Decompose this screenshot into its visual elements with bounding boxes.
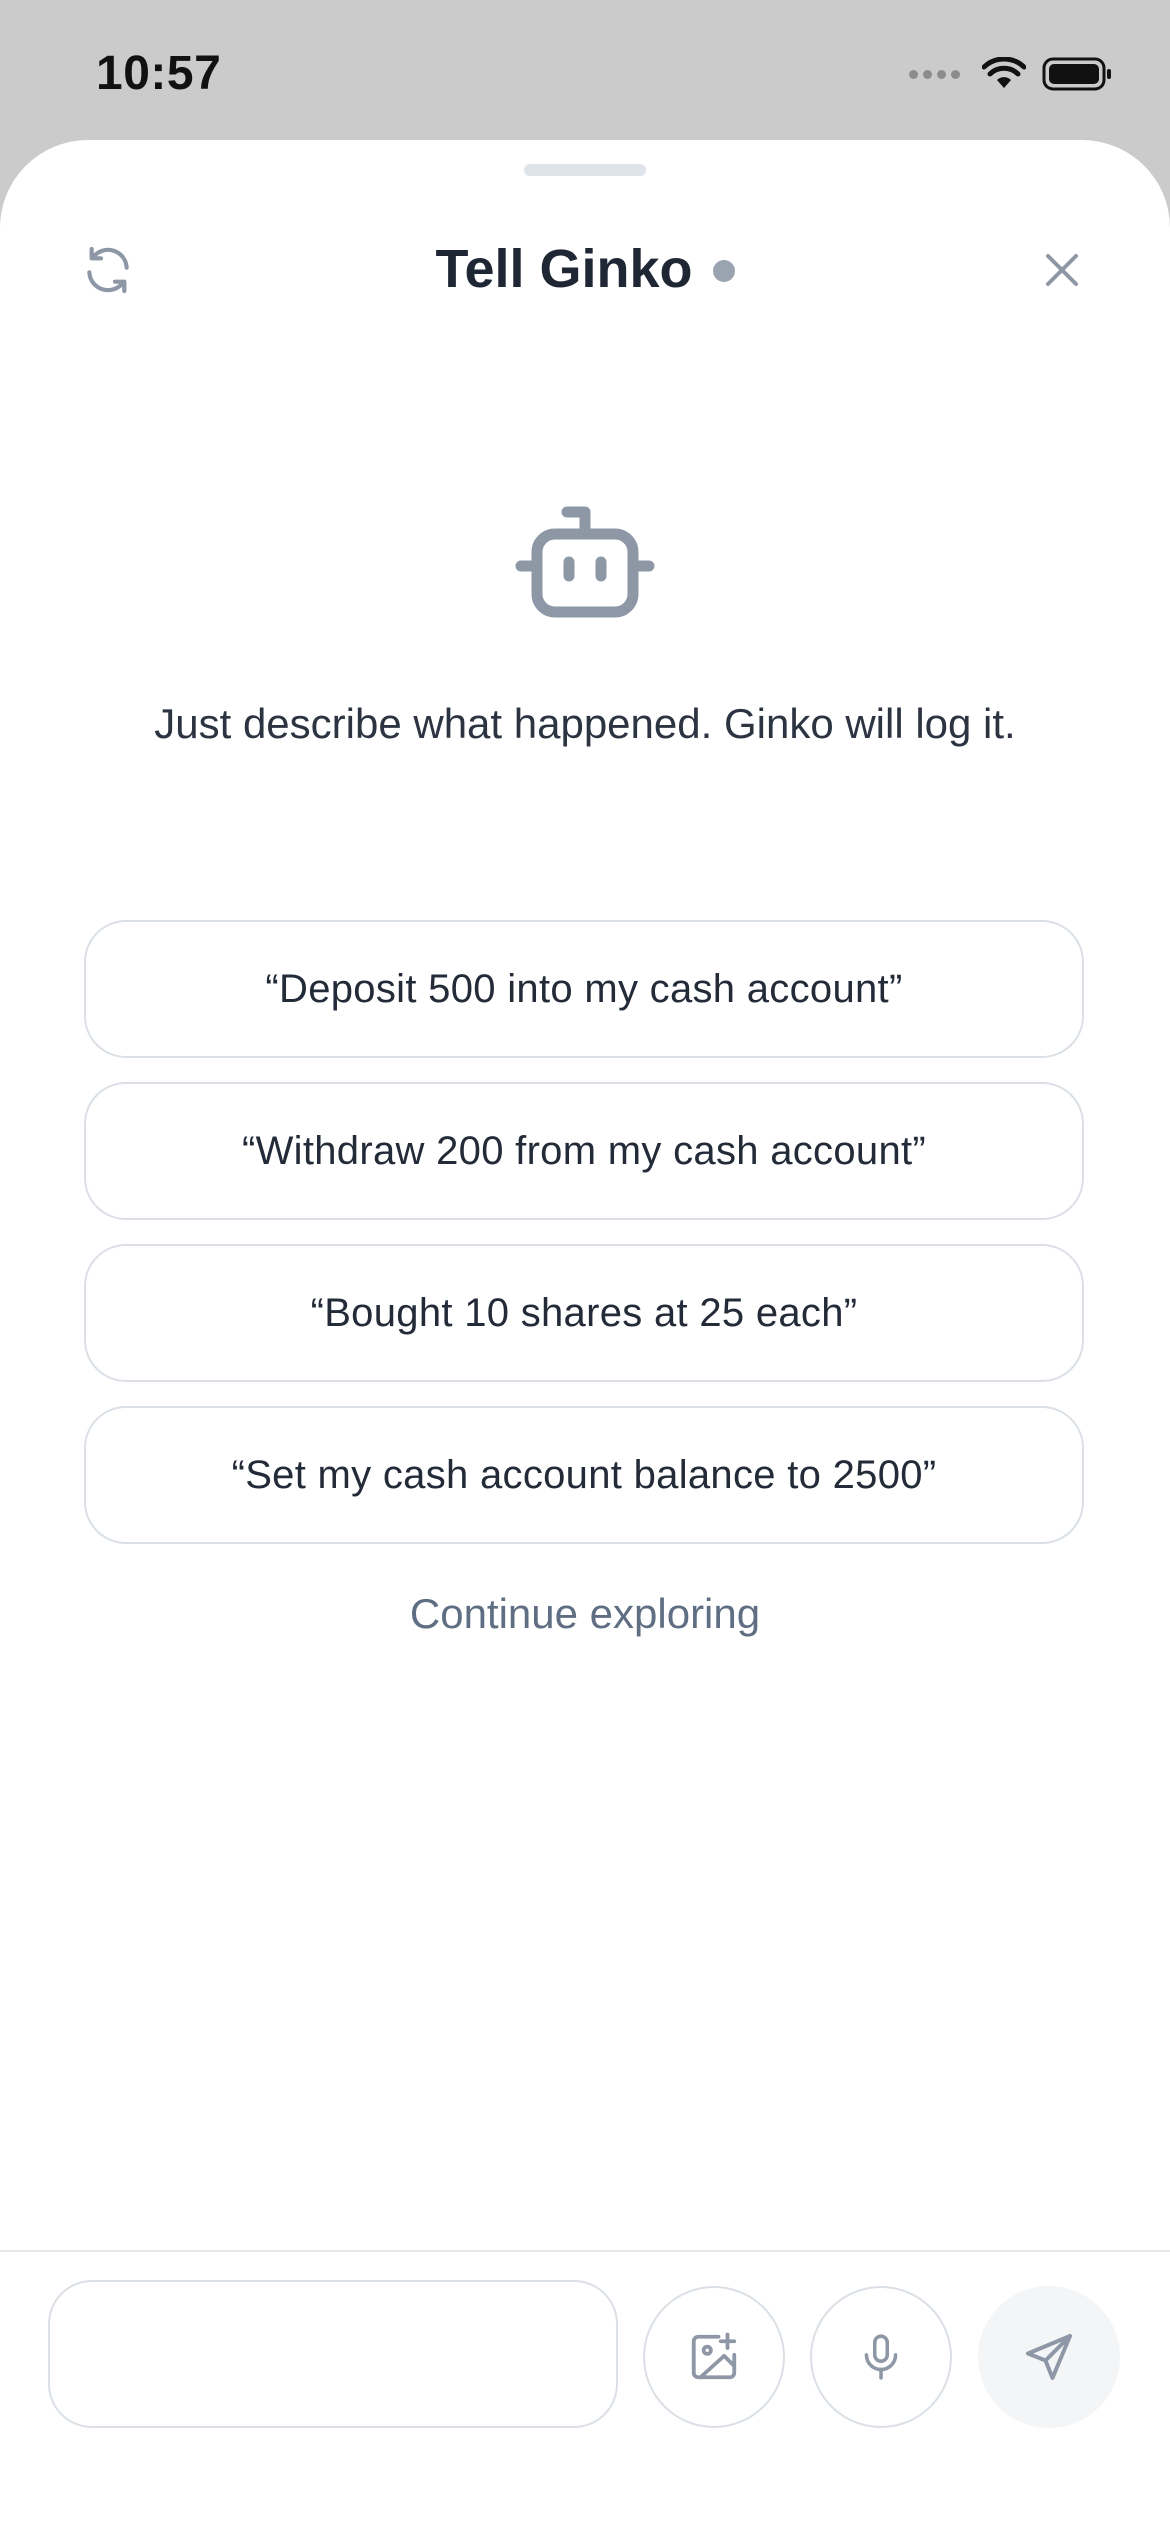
send-icon [1026,2334,1072,2380]
page-title: Tell Ginko [435,239,693,299]
image-add-icon [691,2332,737,2380]
continue-exploring-link[interactable]: Continue exploring [0,1590,1170,1638]
close-icon [1046,254,1078,286]
suggestion-bought-shares-button[interactable]: “Bought 10 shares at 25 each” [84,1244,1084,1382]
bottom-sheet: Tell Ginko Just describe what happened. … [0,140,1170,2532]
status-icons [909,52,1114,96]
message-input[interactable] [48,2280,618,2428]
battery-icon [1042,57,1111,91]
close-button[interactable] [1022,230,1102,310]
cellular-signal-icon [909,69,960,79]
status-time: 10:57 [96,47,222,100]
header-title-group: Tell Ginko [0,238,1170,300]
add-image-button[interactable] [643,2286,785,2428]
wifi-icon [982,57,1026,88]
sheet-grabber[interactable] [524,164,646,176]
sheet-header: Tell Ginko [0,200,1170,330]
intro-text: Just describe what happened. Ginko will … [154,700,1016,747]
suggestion-list: “Deposit 500 into my cash account” “With… [84,920,1086,1568]
voice-input-button[interactable] [810,2286,952,2428]
message-composer [0,2250,1170,2532]
suggestion-deposit-button[interactable]: “Deposit 500 into my cash account” [84,920,1084,1058]
status-indicator-dot [712,260,735,282]
suggestion-withdraw-button[interactable]: “Withdraw 200 from my cash account” [84,1082,1084,1220]
robot-icon [515,506,655,618]
microphone-icon [864,2334,898,2380]
status-bar: 10:57 [0,0,1170,145]
suggestion-set-balance-button[interactable]: “Set my cash account balance to 2500” [84,1406,1084,1544]
send-button[interactable] [978,2286,1120,2428]
